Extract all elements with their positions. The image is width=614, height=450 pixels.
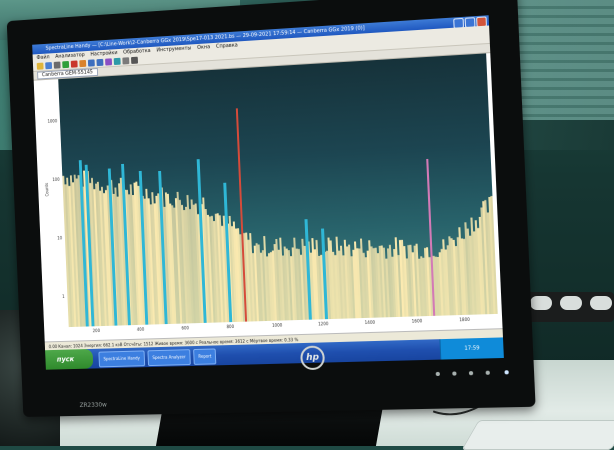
- menu-file[interactable]: Файл: [36, 53, 49, 62]
- close-button[interactable]: [476, 16, 488, 28]
- start-icon[interactable]: [62, 60, 70, 69]
- y-tick-label: 10: [57, 235, 63, 241]
- bezel-button[interactable]: [435, 371, 440, 377]
- taskbar-item[interactable]: SpectraLine Handy: [98, 350, 146, 368]
- bezel-button[interactable]: [452, 371, 457, 376]
- taskbar-item[interactable]: Spectra Analyzer: [147, 349, 191, 367]
- x-tick-label: 600: [181, 325, 190, 331]
- bezel-button[interactable]: [485, 370, 490, 375]
- zoom-in-icon[interactable]: [87, 59, 95, 67]
- peak-search-icon[interactable]: [105, 58, 113, 66]
- brand-label: hp: [305, 352, 320, 364]
- stop-icon[interactable]: [70, 60, 78, 68]
- menu-help[interactable]: Справка: [216, 41, 238, 50]
- hp-logo: hp: [299, 345, 326, 371]
- menu-windows[interactable]: Окна: [197, 43, 210, 52]
- monitor: SpectraLine Handy — [C:\Line-Work\2-Canb…: [6, 0, 536, 417]
- x-tick-label: 1200: [318, 321, 329, 327]
- report-icon[interactable]: [122, 57, 130, 65]
- x-tick-label: 400: [136, 326, 145, 332]
- clear-icon[interactable]: [79, 59, 87, 68]
- model-label: ZR2330w: [79, 401, 107, 410]
- start-button[interactable]: пуск: [45, 348, 94, 370]
- spectrum-plot[interactable]: 1000 100 10 1 Counts 200 400 600 800 1000 120…: [33, 53, 503, 342]
- settings-icon[interactable]: [130, 56, 139, 64]
- screen: SpectraLine Handy — [C:\Line-Work\2-Canb…: [32, 15, 504, 370]
- spectrum-canvas[interactable]: [58, 53, 498, 328]
- maximize-button[interactable]: [464, 17, 476, 29]
- save-icon[interactable]: [45, 62, 53, 70]
- y-tick-label: 1000: [47, 118, 58, 124]
- clock: 17:59: [464, 345, 480, 352]
- power-socket: [530, 296, 552, 310]
- y-tick-label: 100: [52, 176, 60, 183]
- open-icon[interactable]: [36, 62, 44, 70]
- x-tick-label: 200: [92, 328, 101, 334]
- power-socket: [560, 296, 582, 310]
- print-icon[interactable]: [53, 61, 61, 69]
- x-tick-label: 1600: [411, 318, 423, 324]
- spectrum-svg: [62, 108, 498, 328]
- calibrate-icon[interactable]: [113, 57, 121, 66]
- x-tick-label: 1000: [271, 322, 283, 328]
- taskbar-item[interactable]: Report: [193, 348, 217, 365]
- system-tray: 17:59: [439, 337, 504, 360]
- y-tick-label: 1: [62, 293, 65, 299]
- minimize-button[interactable]: [453, 17, 465, 29]
- y-axis-label: Counts: [44, 182, 50, 197]
- power-socket: [590, 296, 612, 310]
- x-tick-label: 1400: [364, 319, 376, 326]
- zoom-out-icon[interactable]: [96, 58, 104, 67]
- task-list: SpectraLine Handy Spectra Analyzer Repor…: [98, 348, 217, 368]
- x-tick-label: 1800: [459, 316, 471, 323]
- x-tick-label: 800: [226, 323, 235, 330]
- power-button[interactable]: [504, 370, 509, 375]
- bezel-button[interactable]: [468, 371, 474, 376]
- start-label: пуск: [56, 355, 75, 364]
